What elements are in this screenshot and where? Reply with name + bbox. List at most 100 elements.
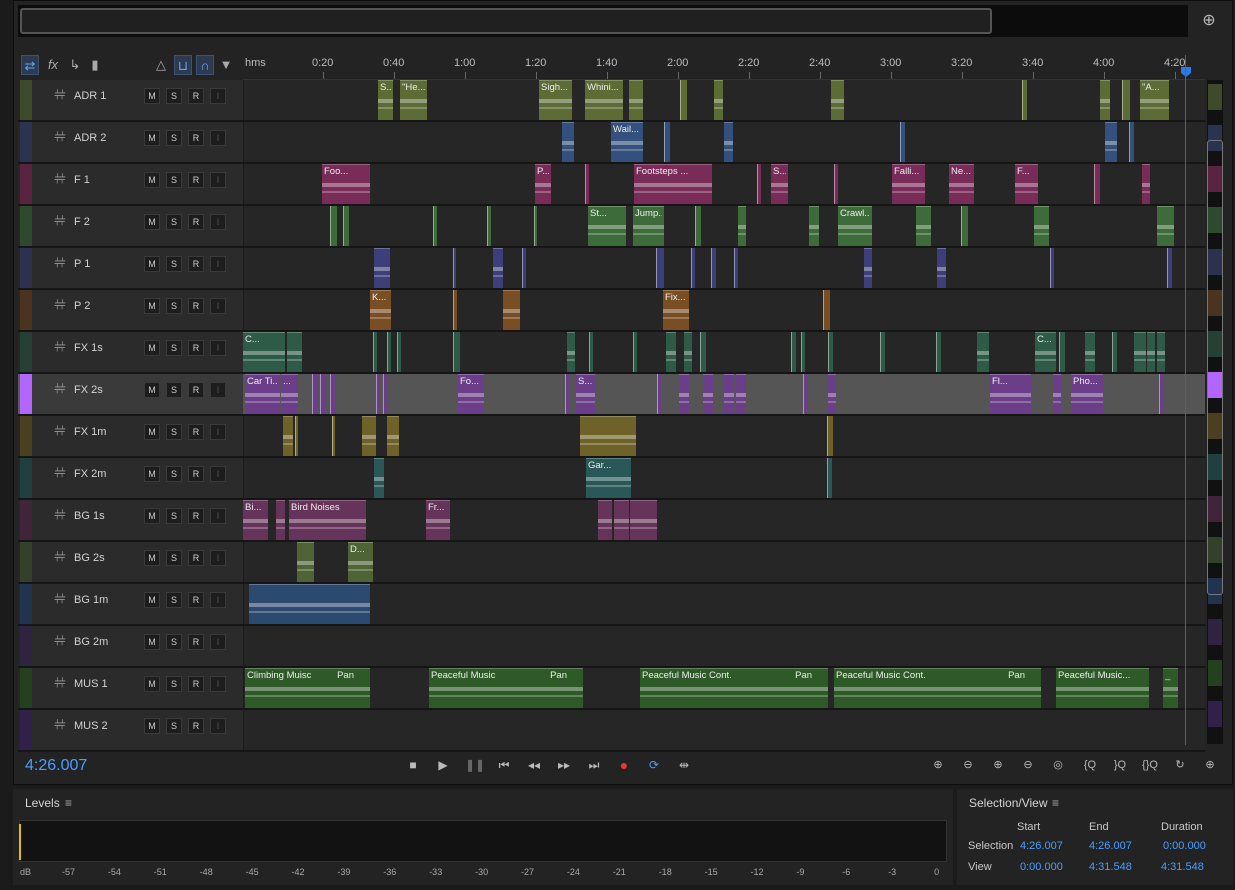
audio-clip[interactable]: K... bbox=[370, 290, 391, 330]
audio-clip[interactable] bbox=[453, 332, 460, 372]
timecode-display[interactable]: 4:26.007 bbox=[25, 757, 87, 775]
track-color-swatch[interactable] bbox=[20, 458, 32, 498]
audio-clip[interactable]: Peaceful Music Cont. Pan bbox=[834, 668, 1041, 708]
audio-clip[interactable] bbox=[1100, 80, 1110, 120]
audio-clip[interactable] bbox=[734, 248, 738, 288]
audio-clip[interactable]: Bird Noises bbox=[289, 500, 366, 540]
audio-clip[interactable]: Jump... bbox=[633, 206, 664, 246]
clip-pan-label[interactable]: Pan bbox=[795, 670, 812, 681]
track-lane[interactable]: Wail... bbox=[243, 122, 1205, 162]
audio-clip[interactable] bbox=[937, 248, 946, 288]
track-row[interactable]: ⫩⫩ BG 2s M S R I D... bbox=[18, 542, 1205, 584]
audio-clip[interactable] bbox=[487, 206, 491, 246]
track-header[interactable]: ⫩⫩ ADR 1 MSRI bbox=[32, 80, 244, 120]
audio-clip[interactable] bbox=[1094, 164, 1100, 204]
audio-clip[interactable] bbox=[287, 332, 302, 372]
track-lane[interactable]: Bi... Bird Noises Fr... bbox=[243, 500, 1205, 540]
mute-button[interactable]: M bbox=[144, 718, 160, 734]
mute-button[interactable]: M bbox=[144, 550, 160, 566]
track-color-swatch[interactable] bbox=[20, 332, 32, 372]
audio-clip[interactable] bbox=[1122, 80, 1130, 120]
audio-clip[interactable] bbox=[834, 164, 838, 204]
audio-clip[interactable] bbox=[295, 416, 298, 456]
eq-icon[interactable]: ▮ bbox=[86, 55, 104, 75]
audio-clip[interactable] bbox=[589, 332, 593, 372]
audio-clip[interactable]: C... bbox=[243, 332, 285, 372]
selection-duration[interactable]: 0:00.000 bbox=[1163, 840, 1206, 852]
track-row[interactable]: ⫩⫩ ADR 2 M S R I Wail... bbox=[18, 122, 1205, 164]
audio-clip[interactable] bbox=[724, 374, 734, 414]
audio-clip[interactable] bbox=[373, 332, 377, 372]
record-arm-button[interactable]: R bbox=[188, 424, 204, 440]
solo-button[interactable]: S bbox=[166, 340, 182, 356]
audio-clip[interactable] bbox=[1022, 80, 1027, 120]
track-color-swatch[interactable] bbox=[20, 80, 32, 120]
record-arm-button[interactable]: R bbox=[188, 382, 204, 398]
pause-icon[interactable]: ❚❚ bbox=[465, 756, 485, 774]
track-header[interactable]: ⫩⫩ MUS 2 MSRI bbox=[32, 710, 244, 750]
audio-clip[interactable] bbox=[916, 206, 931, 246]
overview-view-range[interactable] bbox=[20, 8, 992, 34]
audio-clip[interactable] bbox=[684, 332, 692, 372]
audio-clip[interactable] bbox=[703, 374, 713, 414]
solo-button[interactable]: S bbox=[166, 550, 182, 566]
record-arm-button[interactable]: R bbox=[188, 130, 204, 146]
audio-clip[interactable] bbox=[374, 458, 384, 498]
track-row[interactable]: ⫩⫩ F 2 MSRI St... Jump... Crawl... bbox=[18, 206, 1205, 248]
mute-button[interactable]: M bbox=[144, 634, 160, 650]
audio-clip[interactable]: S... bbox=[576, 374, 595, 414]
zoom-icon[interactable]: ⊕ bbox=[1198, 10, 1220, 32]
audio-clip[interactable]: ... bbox=[281, 374, 298, 414]
track-name[interactable]: P 1 bbox=[74, 258, 90, 270]
track-color-marker[interactable] bbox=[1208, 619, 1222, 646]
playhead-line[interactable] bbox=[1185, 55, 1186, 745]
audio-clip[interactable] bbox=[397, 332, 401, 372]
selection-end[interactable]: 4:26.007 bbox=[1089, 840, 1132, 852]
record-arm-button[interactable]: R bbox=[188, 298, 204, 314]
track-lane[interactable]: K... Fix... bbox=[243, 290, 1205, 330]
clip-pan-label[interactable]: Pan bbox=[550, 670, 567, 681]
record-arm-button[interactable]: R bbox=[188, 172, 204, 188]
audio-clip[interactable] bbox=[880, 332, 885, 372]
track-color-marker[interactable] bbox=[1208, 701, 1222, 728]
audio-clip[interactable] bbox=[283, 416, 293, 456]
track-lane[interactable] bbox=[243, 626, 1205, 666]
record-arm-button[interactable]: R bbox=[188, 88, 204, 104]
track-color-swatch[interactable] bbox=[20, 164, 32, 204]
track-color-swatch[interactable] bbox=[20, 710, 32, 750]
audio-clip[interactable]: Fl... bbox=[990, 374, 1031, 414]
track-lane[interactable]: C... C... bbox=[243, 332, 1205, 372]
menu-icon[interactable]: ≡ bbox=[65, 796, 72, 810]
track-color-swatch[interactable] bbox=[20, 542, 32, 582]
track-header[interactable]: ⫩⫩ MUS 1 MSRI bbox=[32, 668, 244, 708]
audio-clip[interactable]: Car Ti... bbox=[245, 374, 280, 414]
zoom-selection-icon[interactable]: {}Q bbox=[1140, 756, 1160, 774]
audio-clip[interactable] bbox=[433, 206, 437, 246]
time-ruler[interactable]: hms 0:20 0:40 1:00 1:20 1:40 2:00 2:20 2:40 3:00… bbox=[243, 55, 1205, 80]
audio-clip[interactable]: Whini... bbox=[585, 80, 623, 120]
audio-clip[interactable] bbox=[1059, 332, 1065, 372]
record-arm-button[interactable]: R bbox=[188, 466, 204, 482]
input-monitor-button[interactable]: I bbox=[210, 88, 226, 104]
solo-button[interactable]: S bbox=[166, 718, 182, 734]
track-header[interactable]: ⫩⫩ FX 1s M S R I bbox=[32, 332, 244, 372]
mute-button[interactable]: M bbox=[144, 298, 160, 314]
audio-clip[interactable] bbox=[977, 332, 989, 372]
audio-clip[interactable]: Peaceful Music Cont. Pan bbox=[640, 668, 828, 708]
track-row[interactable]: ⫩⫩ P 2 M S R I K... Fix... bbox=[18, 290, 1205, 332]
audio-clip[interactable] bbox=[320, 374, 325, 414]
solo-button[interactable]: S bbox=[166, 172, 182, 188]
track-row[interactable]: ⫩⫩ FX 2m M S R I Gar... bbox=[18, 458, 1205, 500]
audio-clip[interactable] bbox=[312, 374, 317, 414]
audio-clip[interactable] bbox=[711, 248, 716, 288]
track-lane[interactable]: Climbing Muisc Pan Peaceful Music Pan Peacef… bbox=[243, 668, 1205, 708]
track-name[interactable]: BG 1m bbox=[74, 594, 108, 606]
rewind-icon[interactable]: ◂◂ bbox=[525, 756, 543, 774]
track-name[interactable]: FX 1s bbox=[74, 342, 103, 354]
track-color-swatch[interactable] bbox=[20, 122, 32, 162]
mute-button[interactable]: M bbox=[144, 676, 160, 692]
audio-clip[interactable] bbox=[714, 80, 723, 120]
track-lane[interactable]: S... "He... Sigh... Whini... "A... bbox=[243, 80, 1205, 120]
track-color-swatch[interactable] bbox=[20, 416, 32, 456]
track-row[interactable]: ⫩⫩ F 1 M S R I Foo... P... Footsteps ... S... Fall… bbox=[18, 164, 1205, 206]
